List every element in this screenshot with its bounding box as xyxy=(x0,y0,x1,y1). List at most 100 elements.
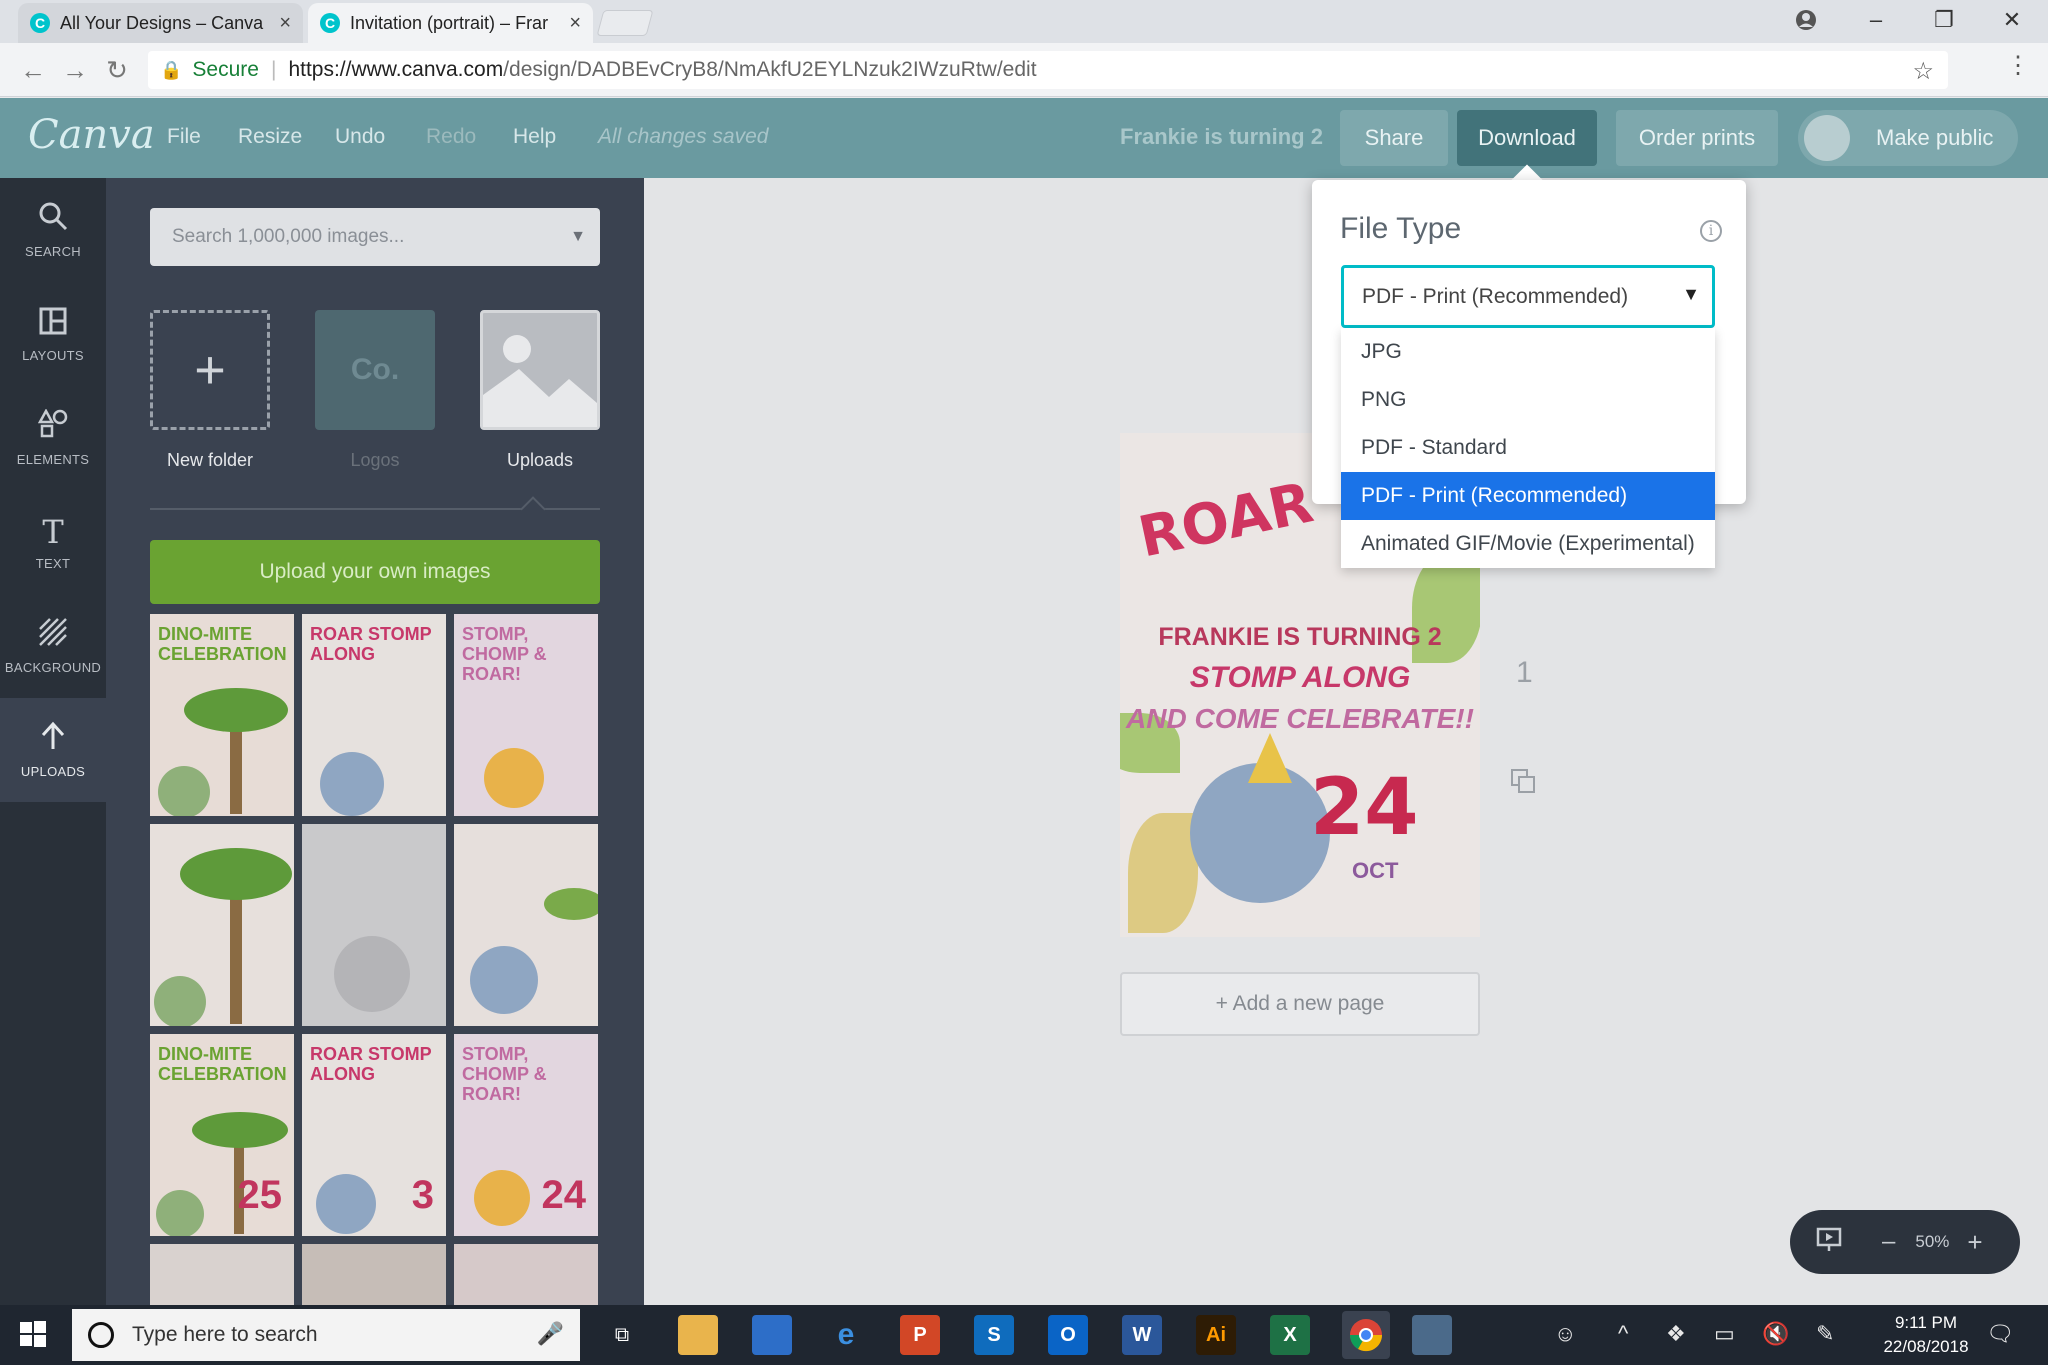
present-icon[interactable] xyxy=(1816,1226,1842,1259)
minimize-icon[interactable]: – xyxy=(1846,2,1906,38)
make-public-button[interactable]: Make public xyxy=(1798,110,2018,166)
upload-images-button[interactable]: Upload your own images xyxy=(150,540,600,604)
dropbox-icon[interactable]: ❖ xyxy=(1666,1321,1686,1347)
image-thumbnail[interactable]: STOMP, CHOMP & ROAR! xyxy=(454,614,598,816)
word-icon[interactable]: W xyxy=(1122,1315,1162,1355)
new-tab-button[interactable] xyxy=(596,10,654,36)
close-window-icon[interactable]: ✕ xyxy=(1982,2,2042,38)
notifications-icon[interactable]: 🗨 xyxy=(1986,1321,2014,1347)
rail-layouts[interactable]: LAYOUTS xyxy=(0,282,106,386)
image-thumbnail[interactable]: ROAR STOMP ALONG xyxy=(302,614,446,816)
image-thumbnail[interactable] xyxy=(150,1244,294,1305)
excel-icon[interactable]: X xyxy=(1270,1315,1310,1355)
add-page-button[interactable]: + Add a new page xyxy=(1120,972,1480,1036)
browser-menu-icon[interactable]: ⋮ xyxy=(2006,51,2030,80)
design-month[interactable]: OCT xyxy=(1352,858,1398,884)
design-headline[interactable]: FRANKIE IS TURNING 2 xyxy=(1120,623,1480,652)
option-pdf-standard[interactable]: PDF - Standard xyxy=(1341,424,1715,472)
image-thumbnail[interactable] xyxy=(454,1244,598,1305)
secure-label: Secure xyxy=(192,58,259,81)
zoom-in-icon[interactable]: + xyxy=(1967,1227,1982,1258)
battery-icon[interactable]: ▭ xyxy=(1714,1321,1735,1347)
rail-text[interactable]: T TEXT xyxy=(0,490,106,594)
file-type-select[interactable]: PDF - Print (Recommended) ▼ xyxy=(1341,265,1715,328)
edge-icon[interactable]: e xyxy=(826,1315,866,1355)
option-jpg[interactable]: JPG xyxy=(1341,328,1715,376)
image-placeholder-icon xyxy=(480,310,600,430)
share-button[interactable]: Share xyxy=(1340,110,1448,166)
volume-muted-icon[interactable]: 🔇 xyxy=(1762,1321,1789,1347)
folder-logos[interactable]: Co. Logos xyxy=(315,310,435,471)
browser-tab-invitation[interactable]: C Invitation (portrait) – Frar × xyxy=(308,3,593,43)
rail-uploads[interactable]: UPLOADS xyxy=(0,698,106,802)
image-thumbnail[interactable]: DINO-MITE CELEBRATION 25 xyxy=(150,1034,294,1236)
tab-close-icon[interactable]: × xyxy=(569,12,581,35)
url-bar[interactable]: 🔒 Secure | https://www.canva.com/design/… xyxy=(148,51,1948,89)
rail-label: BACKGROUND xyxy=(4,660,102,675)
design-roar-text[interactable]: ROAR xyxy=(1133,470,1318,570)
task-view-icon[interactable]: ⧉ xyxy=(602,1315,642,1355)
caret-down-icon[interactable]: ▼ xyxy=(1682,284,1700,305)
profile-icon[interactable] xyxy=(1776,2,1836,38)
order-prints-button[interactable]: Order prints xyxy=(1616,110,1778,166)
microphone-icon[interactable]: 🎤 xyxy=(537,1321,564,1347)
option-pdf-print[interactable]: PDF - Print (Recommended) xyxy=(1341,472,1715,520)
copy-page-icon[interactable] xyxy=(1510,768,1536,794)
browser-tab-all-designs[interactable]: C All Your Designs – Canva × xyxy=(18,3,303,43)
bookmark-star-icon[interactable]: ☆ xyxy=(1912,57,1934,86)
rail-background[interactable]: BACKGROUND xyxy=(0,594,106,698)
image-thumbnail[interactable]: ROAR STOMP ALONG 3 xyxy=(302,1034,446,1236)
design-subline-2[interactable]: AND COME CELEBRATE!! xyxy=(1120,703,1480,735)
menu-help[interactable]: Help xyxy=(513,125,556,149)
windows-start-icon[interactable] xyxy=(18,1319,48,1349)
store-icon[interactable] xyxy=(752,1315,792,1355)
reload-icon[interactable]: ↻ xyxy=(100,53,134,87)
taskbar-clock[interactable]: 9:11 PM 22/08/2018 xyxy=(1878,1311,1974,1359)
pen-icon[interactable]: ✎ xyxy=(1816,1321,1834,1347)
rail-search[interactable]: SEARCH xyxy=(0,178,106,282)
design-subline[interactable]: STOMP ALONG xyxy=(1120,661,1480,695)
taskbar-search-input[interactable]: Type here to search 🎤 xyxy=(72,1309,580,1361)
image-thumbnail[interactable] xyxy=(454,824,598,1026)
tab-close-icon[interactable]: × xyxy=(279,12,291,35)
skype-business-icon[interactable]: S xyxy=(974,1315,1014,1355)
chevron-down-icon[interactable]: ▼ xyxy=(570,228,586,246)
rail-elements[interactable]: ELEMENTS xyxy=(0,386,106,490)
image-search-input[interactable]: Search 1,000,000 images... ▼ xyxy=(150,208,600,266)
menu-redo[interactable]: Redo xyxy=(426,125,476,149)
people-icon[interactable]: ☺ xyxy=(1554,1321,1576,1347)
menu-file[interactable]: File xyxy=(167,125,201,149)
rail-label: TEXT xyxy=(35,555,71,571)
image-thumbnail[interactable]: DINO-MITE CELEBRATION xyxy=(150,614,294,816)
powerpoint-icon[interactable]: P xyxy=(900,1315,940,1355)
canva-logo[interactable]: Canva xyxy=(28,112,155,158)
image-thumbnail[interactable] xyxy=(302,824,446,1026)
image-thumbnail[interactable] xyxy=(302,1244,446,1305)
file-explorer-icon[interactable] xyxy=(678,1315,718,1355)
new-folder[interactable]: + New folder xyxy=(150,310,270,471)
option-png[interactable]: PNG xyxy=(1341,376,1715,424)
image-thumbnail[interactable] xyxy=(150,824,294,1026)
paint-icon[interactable] xyxy=(1412,1315,1452,1355)
option-animated-gif[interactable]: Animated GIF/Movie (Experimental) xyxy=(1341,520,1715,568)
menu-resize[interactable]: Resize xyxy=(238,125,302,149)
forward-icon[interactable]: → xyxy=(58,53,92,87)
zoom-level[interactable]: 50% xyxy=(1915,1232,1949,1252)
dinosaur-illustration[interactable] xyxy=(1190,763,1330,903)
chrome-icon[interactable] xyxy=(1342,1311,1390,1359)
back-icon[interactable]: ← xyxy=(16,53,50,87)
download-button[interactable]: Download xyxy=(1457,110,1597,166)
elements-icon xyxy=(37,408,68,446)
restore-icon[interactable]: ❐ xyxy=(1914,2,1974,38)
menu-undo[interactable]: Undo xyxy=(335,125,385,149)
chevron-up-icon[interactable]: ^ xyxy=(1618,1321,1628,1347)
zoom-out-icon[interactable]: – xyxy=(1882,1228,1895,1256)
info-icon[interactable]: i xyxy=(1700,220,1722,242)
folder-uploads[interactable]: Uploads xyxy=(480,310,600,471)
outlook-icon[interactable]: O xyxy=(1048,1315,1088,1355)
design-title[interactable]: Frankie is turning 2 xyxy=(1120,124,1323,150)
illustrator-icon[interactable]: Ai xyxy=(1196,1315,1236,1355)
image-thumbnail[interactable]: STOMP, CHOMP & ROAR! 24 xyxy=(454,1034,598,1236)
design-date[interactable]: 24 xyxy=(1310,763,1419,853)
url-separator: | xyxy=(270,58,277,81)
